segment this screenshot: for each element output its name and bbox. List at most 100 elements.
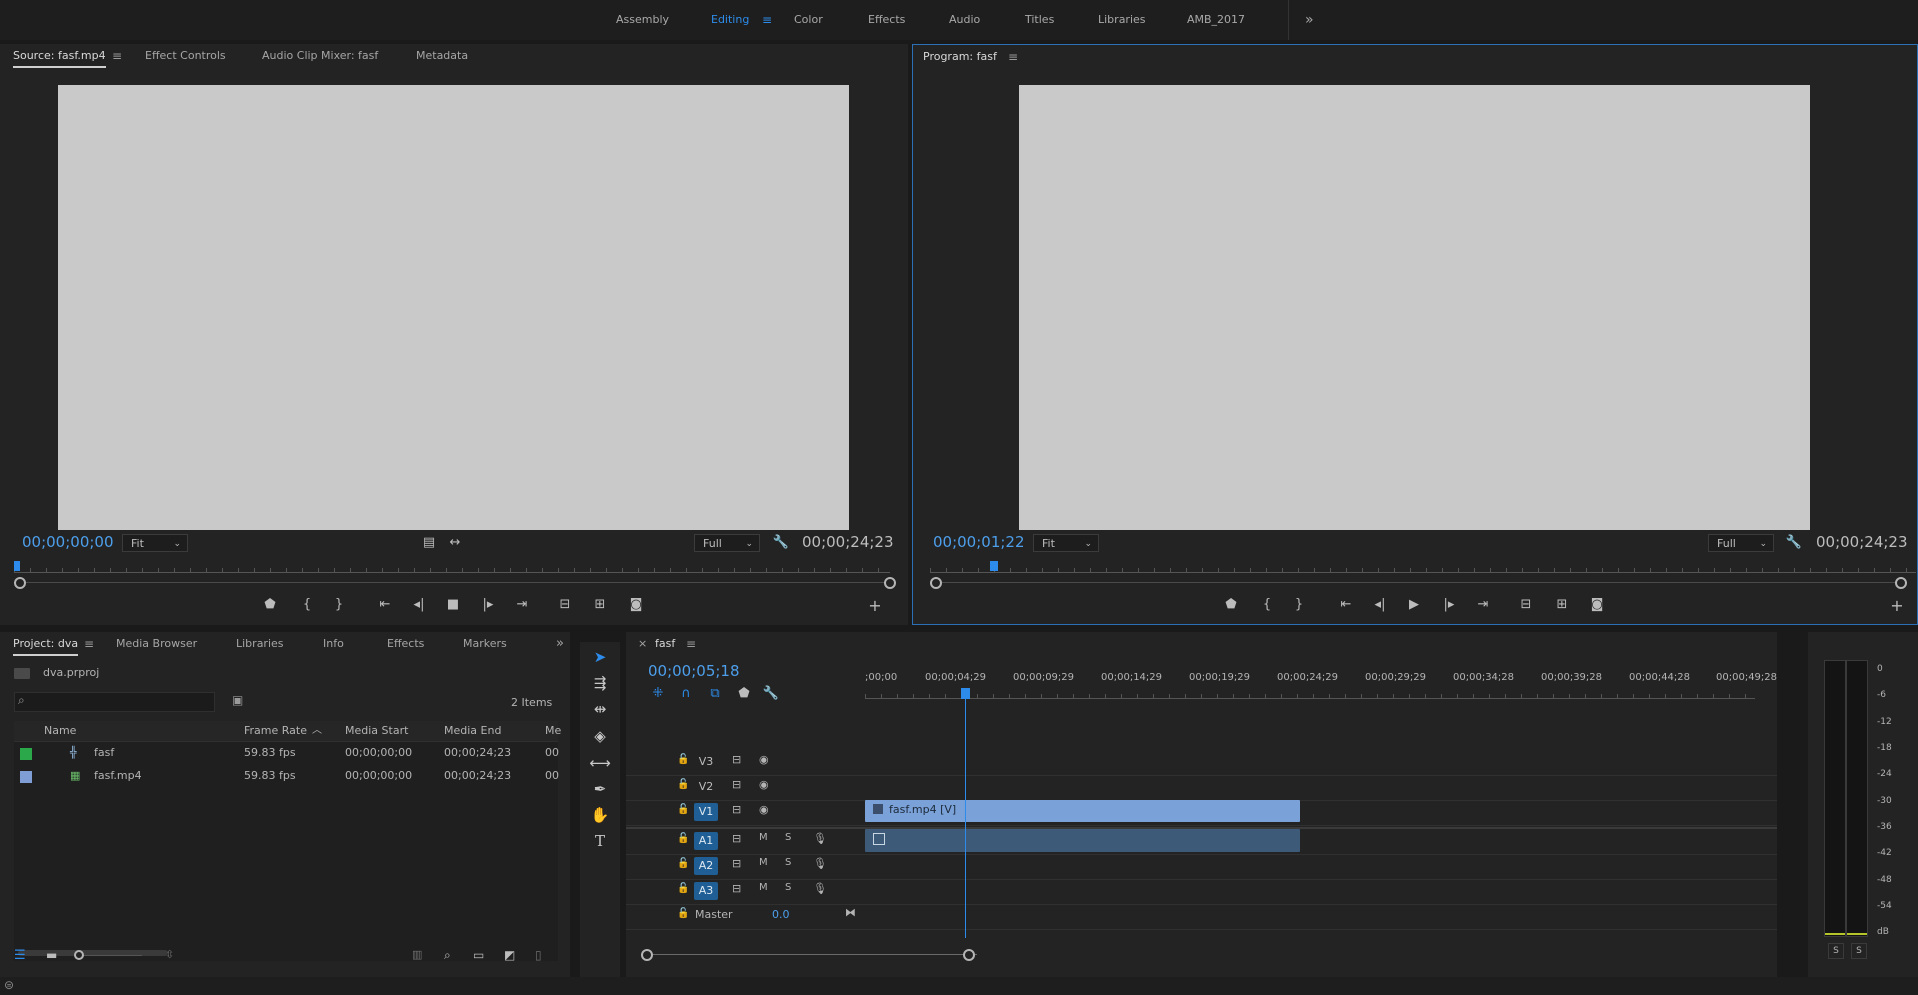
track-target-a2[interactable]: A2	[694, 857, 718, 875]
source-zoom-handle-right[interactable]	[884, 577, 896, 589]
voiceover-microphone-icon[interactable]: 🎙	[813, 832, 827, 845]
source-add-button-icon[interactable]: +	[864, 596, 886, 616]
go-to-out-icon[interactable]: ⇥	[1472, 595, 1494, 615]
column-header-frame-rate[interactable]: Frame Rate	[244, 721, 307, 741]
slip-tool-icon[interactable]: ⟷	[580, 754, 620, 772]
source-menu-icon[interactable]: ≡	[112, 44, 122, 68]
workspace-overflow-icon[interactable]: »	[1305, 0, 1314, 40]
new-item-icon[interactable]: ◩	[504, 948, 515, 962]
source-settings-wrench-icon[interactable]: 🔧	[770, 533, 792, 553]
track-target-v2[interactable]: V2	[694, 778, 718, 796]
zoom-slider-handle[interactable]	[74, 950, 84, 960]
column-header-media-start[interactable]: Media Start	[345, 721, 408, 741]
lock-icon[interactable]: 🔓	[677, 858, 689, 869]
program-timecode[interactable]: 00;00;01;22	[933, 533, 1025, 551]
solo-track-button[interactable]: S	[785, 832, 791, 843]
lock-icon[interactable]: 🔓	[677, 754, 689, 765]
workspace-tab-editing[interactable]: Editing	[711, 0, 749, 40]
tab-effect-controls[interactable]: Effect Controls	[145, 44, 226, 68]
sync-lock-icon[interactable]: ⊟	[732, 778, 741, 791]
sort-icons-icon[interactable]: ⇳	[165, 948, 174, 961]
solo-track-button[interactable]: S	[785, 857, 791, 868]
voiceover-microphone-icon[interactable]: 🎙	[813, 882, 827, 895]
timeline-timecode[interactable]: 00;00;05;18	[648, 662, 740, 680]
workspace-tab-libraries[interactable]: Libraries	[1098, 0, 1146, 40]
snap-magnet-icon[interactable]: ∩	[675, 684, 697, 704]
go-to-in-icon[interactable]: ⇤	[374, 595, 396, 615]
program-playhead[interactable]	[990, 561, 998, 571]
selection-tool-icon[interactable]: ➤	[580, 648, 620, 666]
tab-libraries[interactable]: Libraries	[236, 632, 284, 656]
mute-track-button[interactable]: M	[759, 857, 768, 868]
drag-audio-icon[interactable]: ↔	[444, 533, 466, 553]
column-header-me[interactable]: Me	[545, 721, 561, 741]
timeline-zoom-scrollbar[interactable]	[647, 954, 977, 955]
source-fit-select[interactable]: Fit ⌄	[122, 534, 188, 552]
label-color-swatch[interactable]	[20, 771, 32, 783]
voiceover-microphone-icon[interactable]: 🎙	[813, 857, 827, 870]
step-back-icon[interactable]: ◂|	[1369, 595, 1391, 615]
column-header-name[interactable]: Name	[44, 721, 76, 741]
new-bin-from-search-icon[interactable]: ▣	[232, 693, 243, 707]
clear-trash-icon[interactable]: ▯	[535, 948, 542, 962]
stop-icon[interactable]: ■	[442, 595, 464, 615]
export-frame-camera-icon[interactable]: ◙	[1586, 595, 1608, 615]
solo-right-button[interactable]: S	[1851, 943, 1867, 959]
add-marker-icon[interactable]: ⬟	[259, 595, 281, 615]
tab-source[interactable]: Source: fasf.mp4	[13, 44, 106, 68]
project-search-input[interactable]	[14, 692, 215, 712]
track-target-a3[interactable]: A3	[694, 882, 718, 900]
tab-program[interactable]: Program: fasf	[923, 45, 997, 69]
tab-info[interactable]: Info	[323, 632, 344, 656]
lock-icon[interactable]: 🔓	[677, 804, 689, 815]
source-playhead[interactable]	[14, 561, 20, 571]
audio-clip[interactable]	[865, 829, 1300, 852]
step-forward-icon[interactable]: |▸	[1438, 595, 1460, 615]
step-back-icon[interactable]: ◂|	[408, 595, 430, 615]
mark-in-icon[interactable]: {	[296, 595, 318, 615]
status-info-icon[interactable]: ⊜	[4, 978, 14, 992]
track-target-v3[interactable]: V3	[694, 753, 718, 771]
program-time-ruler[interactable]	[930, 562, 1916, 573]
pen-tool-icon[interactable]: ✒	[580, 780, 620, 798]
icon-view-icon[interactable]: ▬	[46, 948, 57, 962]
tab-project[interactable]: Project: dva	[13, 632, 79, 656]
lift-icon[interactable]: ⊟	[1515, 595, 1537, 615]
mark-out-icon[interactable]: }	[328, 595, 350, 615]
lock-icon[interactable]: 🔓	[677, 883, 689, 894]
tab-effects[interactable]: Effects	[387, 632, 424, 656]
sync-lock-icon[interactable]: ⊟	[732, 832, 741, 845]
timeline-zoom-handle-right[interactable]	[963, 949, 975, 961]
go-to-out-icon[interactable]: ⇥	[511, 595, 533, 615]
timeline-settings-wrench-icon[interactable]: 🔧	[760, 684, 782, 704]
go-to-next-edit-icon[interactable]: ⧓	[845, 906, 856, 919]
sync-lock-icon[interactable]: ⊟	[732, 753, 741, 766]
solo-track-button[interactable]: S	[785, 882, 791, 893]
program-zoom-handle-right[interactable]	[1895, 577, 1907, 589]
workspace-tab-assembly[interactable]: Assembly	[616, 0, 669, 40]
tab-audio-clip-mixer[interactable]: Audio Clip Mixer: fasf	[262, 44, 378, 68]
hand-tool-icon[interactable]: ✋	[580, 806, 620, 824]
lock-icon[interactable]: 🔓	[677, 833, 689, 844]
timeline-playhead-line[interactable]	[965, 698, 966, 938]
source-timecode[interactable]: 00;00;00;00	[22, 533, 114, 551]
sync-lock-icon[interactable]: ⊟	[732, 857, 741, 870]
panel-overflow-icon[interactable]: »	[556, 632, 564, 656]
source-time-ruler[interactable]	[14, 562, 890, 573]
workspace-menu-icon[interactable]: ≡	[762, 0, 772, 40]
go-to-in-icon[interactable]: ⇤	[1335, 595, 1357, 615]
mark-in-icon[interactable]: {	[1256, 595, 1278, 615]
list-view-icon[interactable]: ☰	[14, 948, 26, 963]
source-zoom-handle-left[interactable]	[14, 577, 26, 589]
source-resolution-select[interactable]: Full ⌄	[694, 534, 760, 552]
workspace-tab-amb2017[interactable]: AMB_2017	[1187, 0, 1245, 40]
program-zoom-handle-left[interactable]	[930, 577, 942, 589]
lock-icon[interactable]: 🔓	[677, 779, 689, 790]
add-marker-icon[interactable]: ⬟	[733, 684, 755, 704]
label-color-swatch[interactable]	[20, 748, 32, 760]
video-clip[interactable]: fasf.mp4 [V]	[865, 800, 1300, 822]
step-forward-icon[interactable]: |▸	[477, 595, 499, 615]
eye-icon[interactable]: ◉	[759, 803, 769, 816]
tab-metadata[interactable]: Metadata	[416, 44, 468, 68]
project-menu-icon[interactable]: ≡	[84, 632, 94, 656]
